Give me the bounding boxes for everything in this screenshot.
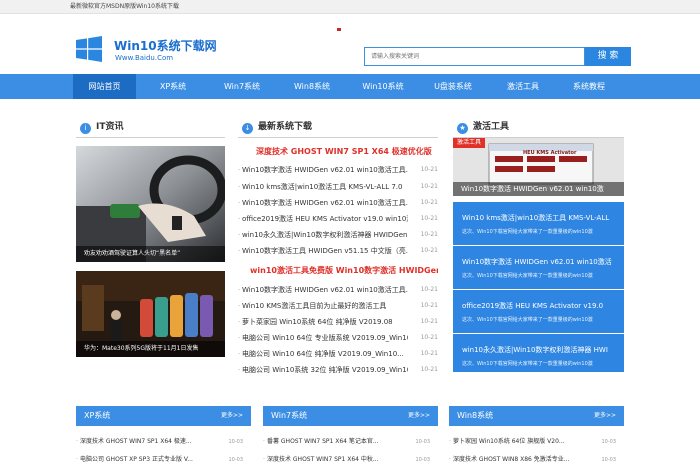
activation-card-title: office2019激活 HEU KMS Activator v19.0 bbox=[462, 302, 604, 310]
section-activation-label: 激活工具 bbox=[473, 122, 510, 132]
list-item[interactable]: · 番薯 GHOST WIN7 SP1 X64 笔记本官... 10-03 bbox=[263, 436, 438, 448]
list-item[interactable]: · 电脑公司 Win10 64位 纯净版 V2019.09_Win10... 10-… bbox=[238, 348, 438, 360]
activator-window-title: HEU KMS Activator bbox=[523, 150, 577, 156]
activation-card-summary: 这次、Win10下载官网给大家带来了一款重量级的win10激 bbox=[462, 273, 593, 279]
nav-usb-install[interactable]: U盘装系统 bbox=[420, 74, 486, 99]
section-activation[interactable]: ★ 激活工具 bbox=[457, 118, 509, 136]
info-icon: i bbox=[80, 123, 91, 134]
nav-win10[interactable]: Win10系统 bbox=[350, 74, 416, 99]
red-mark bbox=[337, 28, 341, 31]
section-it-news[interactable]: i IT资讯 bbox=[80, 118, 124, 136]
activation-card[interactable]: Win10数字激活 HWIDGen v62.01 win10激活 这次、Win1… bbox=[453, 246, 624, 289]
news-image-1-caption: 劝友劝劝酒驾驶证算人头切“黑名单” bbox=[76, 246, 225, 262]
section-divider bbox=[238, 137, 438, 138]
nav-home[interactable]: 网站首页 bbox=[73, 74, 136, 99]
list-item[interactable]: · 萝卜菜家园 Win10系统 64位 纯净版 V2019.08 10-21 bbox=[238, 316, 438, 328]
main-nav: 网站首页 XP系统 Win7系统 Win8系统 Win10系统 U盘装系统 激活… bbox=[0, 74, 700, 99]
activation-card-summary: 这次、Win10下载官网给大家带来了一款重量级的win10激 bbox=[462, 361, 593, 367]
win7-system-title: Win7系统 bbox=[271, 411, 308, 420]
site-header: Win10系统下载网 Www.Baidu.Com 搜 索 bbox=[0, 14, 700, 70]
search-button[interactable]: 搜 索 bbox=[585, 47, 631, 66]
news-image-1[interactable]: 劝友劝劝酒驾驶证算人头切“黑名单” bbox=[76, 146, 225, 262]
nav-xp[interactable]: XP系统 bbox=[144, 74, 202, 99]
activation-card[interactable]: Win10 kms激活|win10激活工具 KMS-VL-ALL 这次、Win1… bbox=[453, 202, 624, 245]
win7-more-link[interactable]: 更多>> bbox=[408, 406, 430, 426]
activation-badge: 激活工具 bbox=[453, 138, 486, 148]
featured-link-1[interactable]: 深度技术 GHOST WIN7 SP1 X64 极速优化版 bbox=[256, 146, 436, 157]
activation-card-summary: 这次、Win10下载官网给大家带来了一款重量级的win10激 bbox=[462, 229, 593, 235]
win7-system-header[interactable]: Win7系统 更多>> bbox=[263, 406, 438, 426]
nav-win8[interactable]: Win8系统 bbox=[280, 74, 344, 99]
xp-system-title: XP系统 bbox=[84, 411, 111, 420]
search-input[interactable] bbox=[364, 47, 585, 66]
activation-card-title: Win10数字激活 HWIDGen v62.01 win10激活 bbox=[462, 258, 612, 266]
win7-system-panel: Win7系统 更多>> · 番薯 GHOST WIN7 SP1 X64 笔记本官.… bbox=[263, 406, 438, 466]
xp-more-link[interactable]: 更多>> bbox=[221, 406, 243, 426]
list-item[interactable]: · Win10数字激活 HWIDGen v62.01 win10激活工具... 10… bbox=[238, 197, 438, 209]
list-item[interactable]: · 电脑公司 Win10系统 32位 纯净版 V2019.09_Win10... 1… bbox=[238, 364, 438, 376]
activation-card-title: win10永久激活|Win10数字权利激活神器 HWI bbox=[462, 346, 608, 354]
car-driver-photo bbox=[76, 146, 225, 262]
nav-activation[interactable]: 激活工具 bbox=[490, 74, 556, 99]
list-item[interactable]: · Win10 KMS激活工具目前为止最好的激活工具 10-21 bbox=[238, 300, 438, 312]
list-item[interactable]: · 深度技术 GHOST WIN7 SP1 X64 中秋... 10-03 bbox=[263, 454, 438, 466]
win8-system-header[interactable]: Win8系统 更多>> bbox=[449, 406, 624, 426]
section-divider bbox=[76, 137, 225, 138]
list-item[interactable]: · Win10数字激活 HWIDGen v62.01 win10激活工具... 10… bbox=[238, 284, 438, 296]
top-bar: 最新微软官方MSDN原版Win10系统下载 bbox=[0, 0, 700, 14]
list-item[interactable]: · 电脑公司 Win10 64位 专业版系统 V2019.09_Win10... 1… bbox=[238, 332, 438, 344]
activation-featured-caption: Win10数字激活 HWIDGen v62.01 win10激 bbox=[453, 182, 624, 196]
win8-system-title: Win8系统 bbox=[457, 411, 494, 420]
list-item[interactable]: · 电脑公司 GHOST XP SP3 正式专业版 V... 10-03 bbox=[76, 454, 251, 466]
win8-system-panel: Win8系统 更多>> · 萝卜家园 Win10系统 64位 旗舰版 V20...… bbox=[449, 406, 624, 466]
news-image-2[interactable]: 华为：Mate30系列5G版将于11月1日发售 bbox=[76, 271, 225, 357]
activation-card[interactable]: win10永久激活|Win10数字权利激活神器 HWI 这次、Win10下载官网… bbox=[453, 334, 624, 372]
nav-tutorials[interactable]: 系统教程 bbox=[556, 74, 622, 99]
section-latest-label: 最新系统下载 bbox=[258, 122, 313, 132]
section-it-news-label: IT资讯 bbox=[96, 122, 124, 132]
nav-win7[interactable]: Win7系统 bbox=[210, 74, 274, 99]
windows-logo-icon[interactable] bbox=[76, 36, 102, 62]
list-item[interactable]: · Win10数字激活工具 HWIDGen v51.15 中文版（亮... 10-2… bbox=[238, 245, 438, 257]
list-item[interactable]: · 深度技术 GHOST WIN8 X86 免激活专业... 10-03 bbox=[449, 454, 624, 466]
list-item[interactable]: · 深度技术 GHOST WIN7 SP1 X64 极速... 10-03 bbox=[76, 436, 251, 448]
list-item[interactable]: · win10永久激活|Win10数字权利激活神器 HWIDGen ... 10-2… bbox=[238, 229, 438, 241]
xp-system-panel: XP系统 更多>> · 深度技术 GHOST WIN7 SP1 X64 极速...… bbox=[76, 406, 251, 466]
list-item[interactable]: · 萝卜家园 Win10系统 64位 旗舰版 V20... 10-03 bbox=[449, 436, 624, 448]
list-item[interactable]: · office2019激活 HEU KMS Activator v19.0 wi… bbox=[238, 213, 438, 225]
site-subtitle: Www.Baidu.Com bbox=[115, 54, 174, 62]
featured-link-2[interactable]: win10激活工具免费版 Win10数字激活 HWIDGen bbox=[250, 265, 438, 276]
win8-more-link[interactable]: 更多>> bbox=[594, 406, 616, 426]
download-icon: ↓ bbox=[242, 123, 253, 134]
activation-card-summary: 这次、Win10下载官网给大家带来了一款重量级的win10激 bbox=[462, 317, 593, 323]
xp-system-header[interactable]: XP系统 更多>> bbox=[76, 406, 251, 426]
news-image-2-caption: 华为：Mate30系列5G版将于11月1日发售 bbox=[76, 341, 225, 357]
top-bar-text: 最新微软官方MSDN原版Win10系统下载 bbox=[70, 3, 179, 10]
key-icon: ★ bbox=[457, 123, 468, 134]
site-title[interactable]: Win10系统下载网 bbox=[114, 37, 217, 54]
activation-card-title: Win10 kms激活|win10激活工具 KMS-VL-ALL bbox=[462, 214, 610, 222]
activation-featured-card[interactable]: 激活工具 HEU KMS Activator Win10数字激活 HWIDGen… bbox=[453, 138, 624, 196]
list-item[interactable]: · Win10 kms激活|win10激活工具 KMS-VL-ALL 7.0 10-… bbox=[238, 181, 438, 193]
section-latest[interactable]: ↓ 最新系统下载 bbox=[242, 118, 312, 136]
activation-card[interactable]: office2019激活 HEU KMS Activator v19.0 这次、… bbox=[453, 290, 624, 333]
list-item[interactable]: · Win10数字激活 HWIDGen v62.01 win10激活工具... 10… bbox=[238, 164, 438, 176]
